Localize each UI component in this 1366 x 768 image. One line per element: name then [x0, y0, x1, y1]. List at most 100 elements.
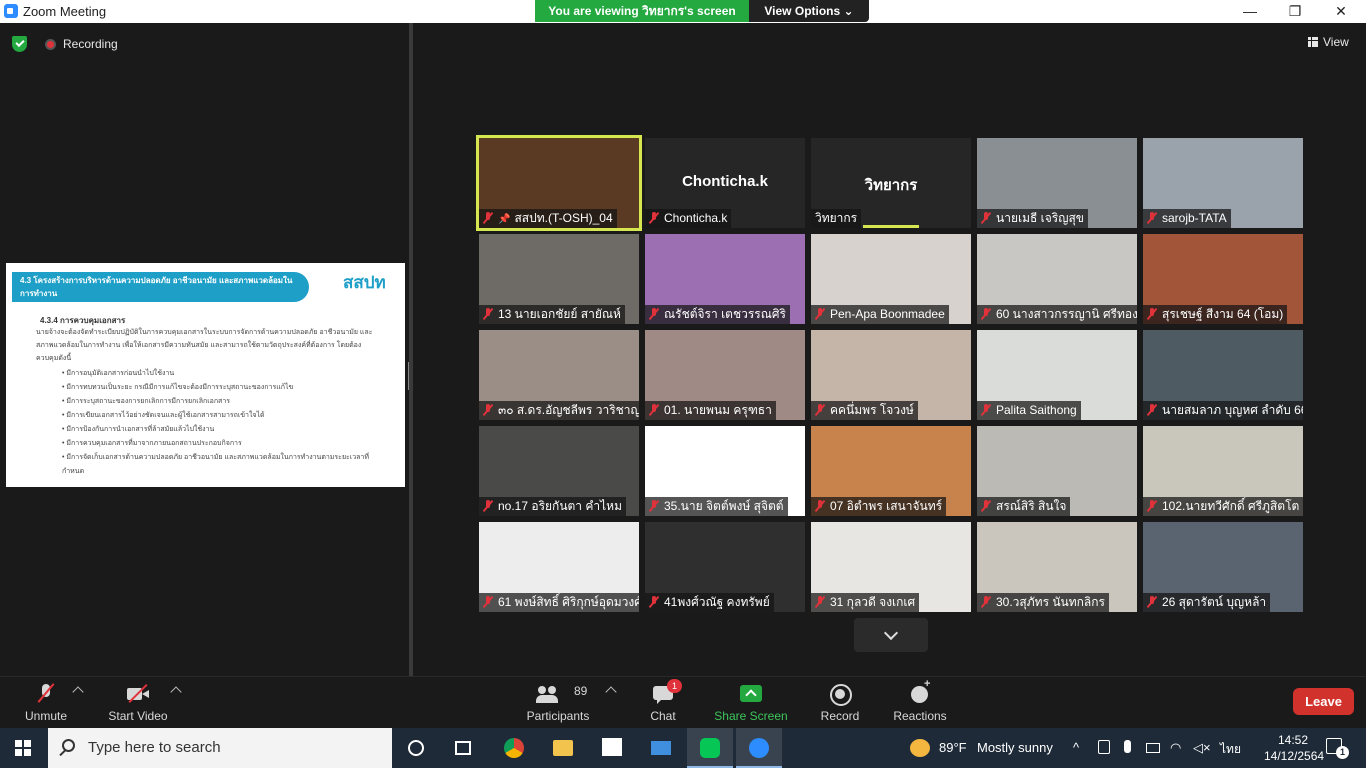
- mail-button[interactable]: [638, 728, 684, 768]
- store-button[interactable]: [589, 728, 635, 768]
- taskbar-search-box[interactable]: Type here to search: [48, 728, 392, 768]
- participant-name-bar: Chonticha.k: [645, 209, 732, 228]
- muted-mic-icon: [981, 596, 991, 608]
- shield-icon[interactable]: [12, 36, 27, 52]
- participant-name-bar: 41พงศ์วณัฐ คงทรัพย์: [645, 593, 774, 612]
- participant-name: sarojb-TATA: [1162, 211, 1227, 225]
- participant-tile[interactable]: 01. นายพนม ครุฑธา: [645, 330, 805, 420]
- zoom-taskbar-button[interactable]: [736, 728, 782, 768]
- participant-name-bar: 07 อิตำพร เสนาจันทร์: [811, 497, 947, 516]
- participant-tile[interactable]: 41พงศ์วณัฐ คงทรัพย์: [645, 522, 805, 612]
- reactions-icon: [909, 678, 931, 705]
- participant-tile[interactable]: 102.นายทวีศักดิ์ ศรีภูสิตโต: [1143, 426, 1303, 516]
- maximize-button[interactable]: ❐: [1272, 0, 1318, 23]
- participant-name: คคนึ่มพร โจวงษ์: [830, 403, 914, 417]
- close-button[interactable]: ✕: [1318, 0, 1364, 23]
- participant-name-bar: 35.นาย จิตต์พงษ์ สุจิตต์: [645, 497, 788, 516]
- show-hidden-icons-button[interactable]: ^: [1073, 740, 1079, 755]
- viewing-banner: You are viewing วิทยากร's screen View Op…: [535, 0, 869, 22]
- muted-mic-icon: [815, 404, 825, 416]
- participant-tile[interactable]: 35.นาย จิตต์พงษ์ สุจิตต์: [645, 426, 805, 516]
- chevron-down-icon: ⌄: [843, 4, 854, 18]
- weather-icon[interactable]: [910, 739, 930, 757]
- participant-tile[interactable]: นายสมลาภ บุญหศ ลำดับ 66: [1143, 330, 1303, 420]
- participant-tile[interactable]: วิทยากร วิทยากร: [811, 138, 971, 228]
- participant-tile[interactable]: นายเมธี เจริญสุข: [977, 138, 1137, 228]
- participant-tile[interactable]: no.17 อริยกันตา คำไหม: [479, 426, 639, 516]
- participants-label: Participants: [526, 709, 590, 723]
- participant-tile[interactable]: 61 พงษ์สิทธิ์ ศิริกุกษ์อุดมวงศ์: [479, 522, 639, 612]
- task-view-button[interactable]: [440, 728, 486, 768]
- participant-name-bar: 📌 สสปท.(T-OSH)_04: [479, 209, 617, 228]
- participants-options-caret[interactable]: [605, 686, 617, 698]
- participant-tile[interactable]: 📌 สสปท.(T-OSH)_04: [476, 135, 642, 231]
- participant-tile[interactable]: Pen-Apa Boonmadee: [811, 234, 971, 324]
- participant-tile[interactable]: 07 อิตำพร เสนาจันทร์: [811, 426, 971, 516]
- clock-date: 14/12/2564: [1264, 749, 1325, 763]
- share-screen-label: Share Screen: [714, 709, 788, 723]
- muted-mic-icon: [815, 500, 825, 512]
- participant-tile[interactable]: Palita Saithong: [977, 330, 1137, 420]
- weather-description[interactable]: Mostly sunny: [977, 740, 1053, 755]
- participant-name-bar: 30.วสุภัทร นันทกลิกร: [977, 593, 1109, 612]
- cortana-button[interactable]: [393, 728, 439, 768]
- chrome-taskbar-button[interactable]: [491, 728, 537, 768]
- unmute-button[interactable]: Unmute: [16, 677, 76, 729]
- search-icon: [62, 739, 75, 752]
- participant-tile[interactable]: 31 กุลวดี จงเกเศ: [811, 522, 971, 612]
- participant-tile[interactable]: Chonticha.k Chonticha.k: [645, 138, 805, 228]
- participant-name-bar: วิทยากร: [811, 209, 862, 228]
- zoom-app-icon: [4, 4, 18, 18]
- participant-name: สสปท.(T-OSH)_04: [514, 211, 613, 225]
- device-icon[interactable]: [1098, 740, 1110, 754]
- participant-name-bar: no.17 อริยกันตา คำไหม: [479, 497, 627, 516]
- view-options-button[interactable]: View Options ⌄: [749, 0, 869, 22]
- input-language[interactable]: ไทย: [1220, 740, 1241, 759]
- line-taskbar-button[interactable]: [687, 728, 733, 768]
- chat-label: Chat: [650, 709, 676, 723]
- view-button[interactable]: View: [1308, 35, 1349, 49]
- battery-icon[interactable]: [1146, 743, 1160, 753]
- participant-name-bar: คคนึ่มพร โจวงษ์: [811, 401, 918, 420]
- microphone-icon[interactable]: [1124, 740, 1131, 753]
- cortana-icon: [408, 740, 424, 756]
- participant-tile[interactable]: คคนึ่มพร โจวงษ์: [811, 330, 971, 420]
- participant-name: นายเมธี เจริญสุข: [996, 211, 1084, 225]
- participant-name-bar: 31 กุลวดี จงเกเศ: [811, 593, 920, 612]
- participant-tile[interactable]: สุรเชษฐ์ สีงาม 64 (โอม): [1143, 234, 1303, 324]
- participant-tile[interactable]: 30.วสุภัทร นันทกลิกร: [977, 522, 1137, 612]
- chrome-icon: [504, 738, 524, 758]
- volume-muted-icon[interactable]: ◁×: [1193, 740, 1211, 756]
- participant-tile[interactable]: 13 นายเอกชัยย์ สายัณห์: [479, 234, 639, 324]
- participant-tile[interactable]: สรณ์สิริ สินใจ: [977, 426, 1137, 516]
- record-button[interactable]: Record: [814, 677, 866, 729]
- participant-tile[interactable]: ๓๐ ส.ดร.อัญชลีพร วาริชาญการ: [479, 330, 639, 420]
- file-explorer-button[interactable]: [540, 728, 586, 768]
- participant-name-bar: 61 พงษ์สิทธิ์ ศิริกุกษ์อุดมวงศ์: [479, 593, 639, 612]
- weather-temperature[interactable]: 89°F: [939, 740, 967, 755]
- leave-button[interactable]: Leave: [1293, 688, 1354, 715]
- participant-name-bar: Palita Saithong: [977, 401, 1081, 420]
- participant-tile[interactable]: 26 สุดารัตน์ บุญหล้า: [1143, 522, 1303, 612]
- taskbar-clock[interactable]: 14:52 14/12/2564: [1264, 732, 1325, 764]
- reactions-button[interactable]: Reactions: [890, 677, 950, 729]
- task-view-icon: [455, 741, 471, 755]
- slide-bullet: มีการป้องกันการนำเอกสารที่ล้าสมัยแล้วไปใ…: [62, 423, 382, 437]
- start-video-button[interactable]: Start Video: [103, 677, 173, 729]
- participant-tile[interactable]: 60 นางสาวกรรญานิ ศรีทอง: [977, 234, 1137, 324]
- participant-name-bar: Pen-Apa Boonmadee: [811, 305, 949, 324]
- wifi-icon[interactable]: ◠: [1170, 740, 1181, 756]
- participant-tile[interactable]: ณรัชต์จิรา เตชวรรณศิริ: [645, 234, 805, 324]
- participant-tile[interactable]: sarojb-TATA: [1143, 138, 1303, 228]
- windows-start-icon[interactable]: [15, 740, 31, 756]
- gallery-next-page-button[interactable]: [854, 618, 928, 652]
- participant-name-bar: 01. นายพนม ครุฑธา: [645, 401, 776, 420]
- viewing-screen-label: You are viewing วิทยากร's screen: [535, 0, 749, 22]
- muted-mic-icon: [649, 212, 659, 224]
- share-screen-button[interactable]: Share Screen: [713, 677, 789, 729]
- minimize-button[interactable]: —: [1227, 0, 1273, 23]
- search-placeholder: Type here to search: [88, 739, 221, 756]
- window-title: Zoom Meeting: [23, 4, 107, 19]
- participants-count: 89: [574, 684, 588, 698]
- zoom-icon: [749, 738, 769, 758]
